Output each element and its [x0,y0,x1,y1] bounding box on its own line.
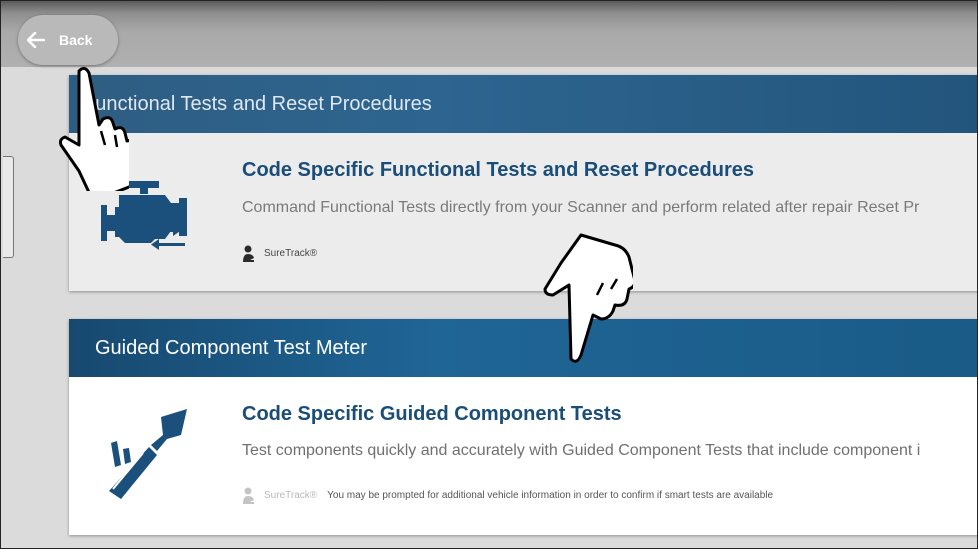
pointing-hand-icon [59,66,129,191]
back-button-label: Back [59,32,93,48]
test-probe-icon [109,409,187,499]
guided-component-test-header-label: Guided Component Test Meter [95,336,368,359]
suretrack-icon [243,245,254,262]
back-button[interactable]: Back [18,15,118,65]
guided-component-test-title: Code Specific Guided Component Tests [242,403,622,425]
functional-tests-card[interactable]: Functional Tests and Reset Procedures Co… [69,75,977,291]
pointing-hand-icon [543,233,633,363]
functional-tests-description: Command Functional Tests directly from y… [242,199,920,216]
functional-tests-header: Functional Tests and Reset Procedures [69,75,977,133]
smart-tests-note: You may be prompted for additional vehic… [327,490,774,501]
suretrack-label: SureTrack® [264,490,318,501]
side-drawer-tab[interactable] [3,156,14,258]
app-window: Functional Tests and Reset Procedures Co… [0,0,978,549]
suretrack-row: SureTrack® You may be prompted for addit… [242,487,773,504]
suretrack-row: SureTrack® [242,245,317,262]
guided-component-test-card[interactable]: Guided Component Test Meter Code Specifi… [69,319,977,535]
suretrack-icon [243,487,254,504]
engine-icon [101,181,187,250]
suretrack-label: SureTrack® [264,248,318,259]
arrow-left-icon [27,32,45,48]
functional-tests-title: Code Specific Functional Tests and Reset… [242,159,754,181]
guided-component-test-header: Guided Component Test Meter [69,319,977,377]
top-bar [1,1,977,75]
guided-component-test-description: Test components quickly and accurately w… [242,442,921,459]
functional-tests-header-label: Functional Tests and Reset Procedures [83,92,432,115]
